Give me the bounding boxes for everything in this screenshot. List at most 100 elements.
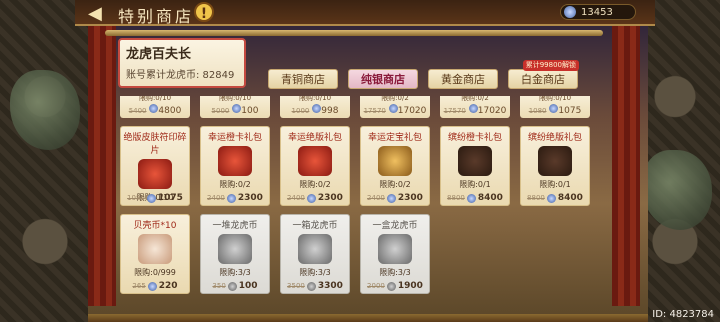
item-grid: 限购:0/10 5400 4800 限购:0/10 5000 100 限购:0/10 10… [120,96,590,298]
item-price: 5400 4800 [120,104,190,116]
page-title: 特别商店 [118,7,195,26]
item-name: 缤纷橙卡礼包 [447,133,502,143]
item-price: 5000 100 [200,104,270,116]
item-name: 幸运定宝礼包 [367,133,422,143]
coin-icon [388,104,398,113]
item-card[interactable]: 缤纷橙卡礼包 限购:0/1 8800 8400 [440,126,510,206]
sale-price: 998 [321,106,339,116]
original-price: 1080 [528,107,547,115]
coin-icon [468,104,478,113]
sale-price: 1075 [157,193,183,203]
item-card[interactable]: 一箱龙虎币 限购:3/3 3500 3300 [280,214,350,294]
original-price: 2400 [287,194,305,202]
item-art-icon [538,146,572,176]
purchase-limit: 限购:3/3 [219,268,251,277]
sale-price: 2300 [317,193,343,203]
purchase-limit: 限购:0/2 [379,180,411,189]
item-price: 8800 8400 [521,193,589,203]
item-price: 17570 17020 [440,104,510,116]
purchase-limit: 限购:3/3 [379,268,411,277]
purchase-limit: 限购:0/1 [459,180,491,189]
item-price: 265 220 [121,281,189,291]
item-art-icon [298,146,332,176]
item-price: 350 100 [201,281,269,291]
coin-icon [312,104,322,113]
info-icon[interactable]: ! [194,2,214,22]
dragon-ornament [10,70,80,150]
coin-icon [546,193,556,203]
item-name: 绝版皮肤符印碎片 [123,133,187,156]
item-name: 一堆龙虎币 [212,221,258,231]
item-art-icon [458,146,492,176]
purchase-limit: 限购:0/10 [138,96,172,102]
sale-price: 1900 [397,281,423,291]
original-price: 2400 [367,194,385,202]
left-curtain [88,26,116,306]
tab-platinum-shop[interactable]: 白金商店 累计99800解锁 [508,60,579,89]
right-curtain [612,26,640,306]
item-art-icon [138,159,172,189]
partial-item-row: 限购:0/10 5400 4800 限购:0/10 5000 100 限购:0/10 10… [120,96,590,122]
shop-tabs: 青铜商店 纯银商店 黄金商店 白金商店 累计99800解锁 [268,60,579,89]
sale-price: 8400 [477,193,503,203]
coin-icon [232,104,242,113]
sale-price: 17020 [477,106,507,116]
item-price: 8800 8400 [441,193,509,203]
coin-icon [306,281,316,291]
original-price: 350 [212,282,226,290]
purchase-limit: 限购:0/2 [299,180,331,189]
item-card[interactable]: 幸运绝版礼包 限购:0/2 2400 2300 [280,126,350,206]
item-card[interactable]: 幸运定宝礼包 限购:0/2 2400 2300 [360,126,430,206]
back-arrow-icon[interactable]: ◀ [88,3,102,24]
currency-amount: 13453 [581,6,613,18]
item-card[interactable]: 幸运橙卡礼包 限购:0/2 2400 2300 [200,126,270,206]
sale-price: 100 [241,106,259,116]
item-art-icon [378,234,412,264]
item-card-partial[interactable]: 限购:0/2 17570 17020 [440,96,510,118]
item-name: 一箱龙虎币 [292,221,338,231]
item-card[interactable]: 一堆龙虎币限购:3/3 350 100 [200,214,270,294]
item-card-partial[interactable]: 限购:0/10 5000 100 [200,96,270,118]
original-price: 5400 [128,107,147,115]
item-card[interactable]: 缤纷绝版礼包 限购:0/1 8800 8400 [520,126,590,206]
original-price: 8800 [447,194,465,202]
purchase-limit: 限购:0/999 [134,268,176,277]
item-art-icon [218,146,252,176]
original-price: 17570 [443,107,466,115]
item-art-icon [378,146,412,176]
item-price: 17570 17020 [360,104,430,116]
purchase-limit: 限购:0/10 [538,96,572,102]
tab-bronze-shop[interactable]: 青铜商店 [268,69,338,89]
sale-price: 2300 [237,193,263,203]
player-id: ID: 4823784 [652,309,714,320]
item-card[interactable]: 贝壳币*10 限购:0/999 265 220 [120,214,190,294]
frame-bottom [88,314,648,322]
rank-card: 龙虎百夫长 账号累计龙虎币: 82849 [118,38,246,88]
item-name: 幸运橙卡礼包 [207,133,262,143]
item-card[interactable]: 绝版皮肤符印碎片限购:0/1010801075 [120,126,190,206]
item-card-partial[interactable]: 限购:0/2 17570 17020 [360,96,430,118]
item-price: 2400 2300 [281,193,349,203]
sale-price: 1075 [558,106,582,116]
sale-price: 17020 [397,106,427,116]
item-card-partial[interactable]: 限购:0/10 5400 4800 [120,96,190,118]
item-card[interactable]: 一盒龙虎币 限购:3/3 2000 1900 [360,214,430,294]
sale-price: 220 [158,281,178,291]
tab-silver-shop[interactable]: 纯银商店 [348,69,418,89]
purchase-limit: 限购:3/3 [299,268,331,277]
original-price: 17570 [363,107,386,115]
item-card-partial[interactable]: 限购:0/10 1080 1075 [520,96,590,118]
original-price: 265 [132,282,146,290]
purchase-limit: 限购:0/10 [298,96,332,102]
item-row: 贝壳币*10 限购:0/999 265 220 一堆龙虎币 限购:3/3 350 100 一箱龙… [120,214,430,294]
purchase-limit: 限购:0/1 [539,180,571,189]
purchase-limit: 限购:0/2 [219,180,251,189]
rank-title: 龙虎百夫长 [126,47,192,62]
coin-icon [227,281,237,291]
item-price: 1080 1075 [121,193,189,203]
unlock-badge: 累计99800解锁 [522,60,579,71]
item-card-partial[interactable]: 限购:0/10 1000 998 [280,96,350,118]
original-price: 5000 [211,107,230,115]
tab-gold-shop[interactable]: 黄金商店 [428,69,498,89]
sale-price: 3300 [317,281,343,291]
